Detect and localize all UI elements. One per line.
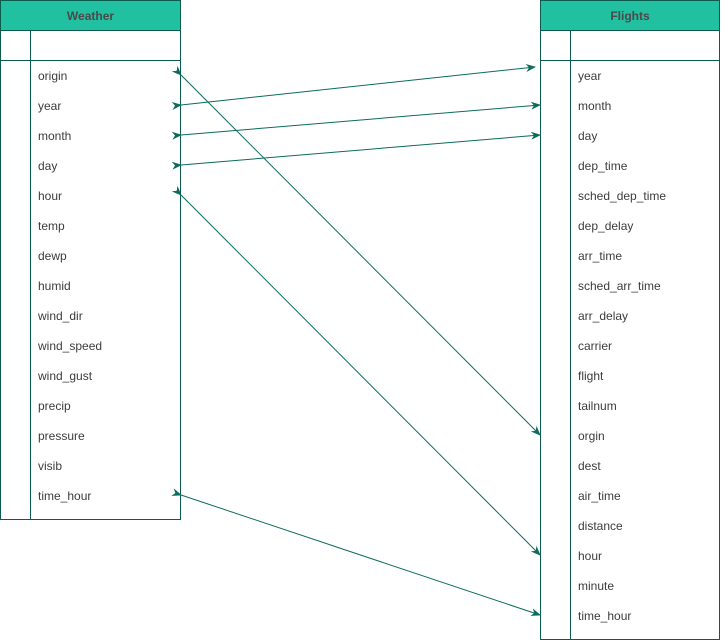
link-year-year [171,63,536,110]
link-origin-orgin [171,65,541,436]
relationship-links [171,63,541,616]
link-month-month [171,101,541,140]
link-time_hour-time_hour [171,488,541,616]
link-day-day [171,131,541,170]
link-hour-hour [171,185,541,556]
